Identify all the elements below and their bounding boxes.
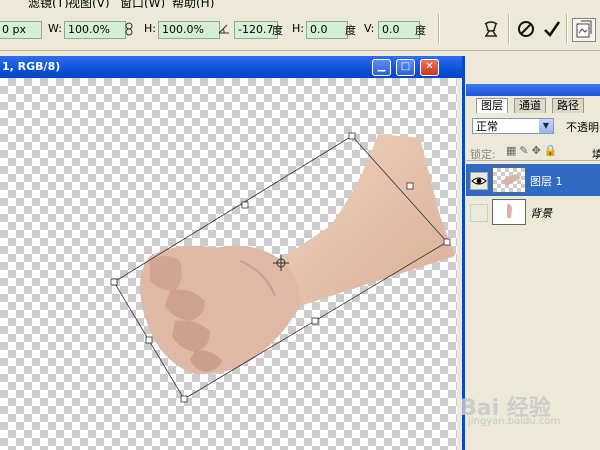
blend-mode-select[interactable]: 正常 ▼ [472, 118, 554, 134]
layer-name: 图层 1 [530, 175, 563, 188]
maximize-button[interactable]: □ [396, 59, 415, 76]
file-browser-icon[interactable] [572, 18, 596, 42]
chevron-down-icon[interactable]: ▼ [539, 119, 553, 133]
tab-paths[interactable]: 路径 [552, 98, 584, 113]
blend-mode-value: 正常 [476, 120, 498, 133]
angle-unit: 度 [272, 24, 283, 37]
width-field[interactable]: 100.0% [64, 21, 126, 39]
vskew-unit: 度 [415, 24, 426, 37]
document-window: 1, RGB/8) ▁ □ ✕ [0, 56, 465, 450]
menu-bar: 滤镜(T) 视图(V) 窗口(W) 帮助(H) [0, 0, 600, 8]
x-position-field[interactable]: 0 px [0, 21, 42, 39]
watermark-url: jingyan.baidu.com [468, 416, 561, 427]
width-label: W: [48, 22, 62, 35]
tab-layers[interactable]: 图层 [476, 98, 508, 113]
vskew-field[interactable]: 0.0 [378, 21, 420, 39]
lock-icons[interactable]: ▦✎✥🔒 [506, 144, 561, 157]
height-field[interactable]: 100.0% [158, 21, 220, 39]
document-titlebar[interactable]: 1, RGB/8) ▁ □ ✕ [0, 56, 462, 78]
menu-help[interactable]: 帮助(H) [172, 0, 214, 8]
menu-window[interactable]: 窗口(W) [120, 0, 165, 8]
layer-name: 背景 [530, 207, 552, 220]
cancel-transform-icon[interactable] [515, 18, 537, 40]
visibility-toggle[interactable] [470, 204, 488, 222]
divider [466, 160, 600, 161]
minimize-button[interactable]: ▁ [372, 59, 391, 76]
hand-image [110, 132, 455, 403]
commit-transform-icon[interactable] [541, 18, 563, 40]
layer-row[interactable]: 背景 [466, 196, 600, 228]
hskew-unit: 度 [345, 24, 356, 37]
layer-row[interactable]: 图层 1 [466, 164, 600, 196]
height-label: H: [144, 22, 156, 35]
divider [508, 14, 510, 44]
tab-channels[interactable]: 通道 [514, 98, 546, 113]
layer-thumbnail [492, 199, 526, 225]
eye-icon[interactable] [470, 172, 488, 190]
angle-icon [218, 22, 230, 37]
transform-options-bar: 0 px W: 100.0% H: 100.0% -120.7 度 H: 0.0… [0, 8, 600, 51]
opacity-label: 不透明 [566, 121, 599, 134]
hskew-label: H: [292, 22, 304, 35]
divider [438, 14, 440, 44]
document-title: 1, RGB/8) [2, 60, 61, 73]
warp-mode-icon[interactable] [480, 18, 502, 40]
image-canvas[interactable] [0, 78, 457, 450]
menu-filter[interactable]: 滤镜(T) [28, 0, 69, 8]
hskew-field[interactable]: 0.0 [306, 21, 348, 39]
close-button[interactable]: ✕ [420, 59, 439, 76]
vskew-label: V: [364, 22, 375, 35]
menu-view[interactable]: 视图(V) [68, 0, 110, 8]
panel-titlebar[interactable] [466, 84, 600, 96]
layer-thumbnail [492, 167, 526, 193]
divider [566, 14, 568, 44]
link-icon[interactable] [124, 22, 134, 39]
